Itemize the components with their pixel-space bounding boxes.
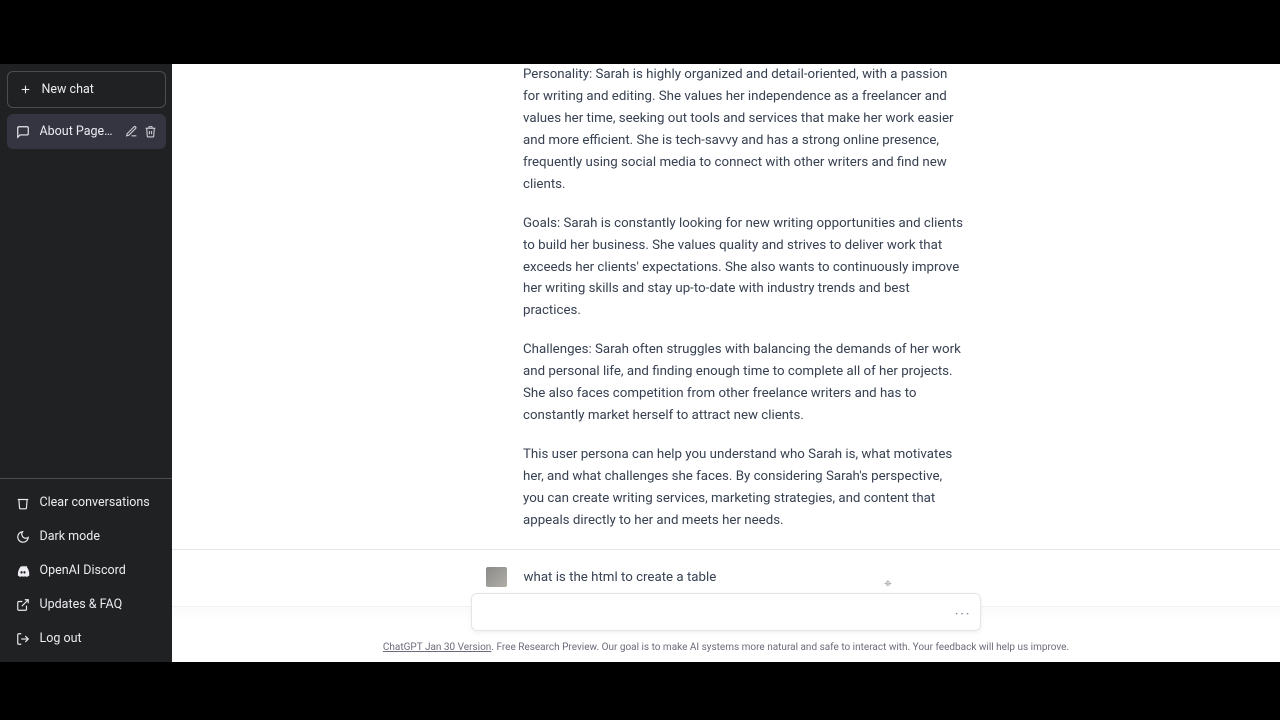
persona-p3: Challenges: Sarah often struggles with b… xyxy=(523,339,966,427)
persona-p4: This user persona can help you understan… xyxy=(523,444,966,532)
clear-conversations-label: Clear conversations xyxy=(40,495,150,510)
discord-label: OpenAI Discord xyxy=(40,563,126,578)
conversation-list: About Page for Dentis xyxy=(0,114,172,149)
conversation-item[interactable]: About Page for Dentis xyxy=(7,114,166,149)
persona-p1: Personality: Sarah is highly organized a… xyxy=(523,64,966,196)
chat-icon xyxy=(16,125,30,139)
sidebar-footer: Clear conversations Dark mode OpenAI Dis… xyxy=(0,478,172,662)
version-link[interactable]: ChatGPT Jan 30 Version xyxy=(383,642,491,653)
footer-note: ChatGPT Jan 30 Version. Free Research Pr… xyxy=(172,642,1280,653)
new-chat-label: New chat xyxy=(42,82,94,97)
updates-label: Updates & FAQ xyxy=(40,597,123,612)
send-icon[interactable]: ··· xyxy=(955,605,971,623)
main-content: Personality: Sarah is highly organized a… xyxy=(172,64,1280,662)
new-chat-button[interactable]: New chat xyxy=(7,71,166,108)
discord-icon xyxy=(16,564,30,578)
logout-label: Log out xyxy=(40,631,82,646)
message-input[interactable] xyxy=(471,593,981,631)
assistant-message: Personality: Sarah is highly organized a… xyxy=(172,64,1280,550)
clear-conversations-button[interactable]: Clear conversations xyxy=(7,486,166,520)
plus-icon xyxy=(19,83,32,96)
user-avatar xyxy=(486,567,507,588)
updates-button[interactable]: Updates & FAQ xyxy=(7,588,166,622)
external-link-icon xyxy=(16,598,30,612)
assistant-text: Personality: Sarah is highly organized a… xyxy=(523,64,966,532)
footer-text: . Free Research Preview. Our goal is to … xyxy=(491,642,1069,653)
discord-button[interactable]: OpenAI Discord xyxy=(7,554,166,588)
trash-icon xyxy=(16,496,30,510)
user-text: what is the html to create a table xyxy=(524,567,967,589)
sidebar: New chat About Page for Dentis Clear con… xyxy=(0,64,172,662)
conversation-title: About Page for Dentis xyxy=(40,124,116,139)
logout-icon xyxy=(16,632,30,646)
letterbox-bottom xyxy=(0,662,1280,720)
dark-mode-button[interactable]: Dark mode xyxy=(7,520,166,554)
letterbox-top xyxy=(0,0,1280,64)
chat-scroll[interactable]: Personality: Sarah is highly organized a… xyxy=(172,64,1280,662)
edit-icon[interactable] xyxy=(125,125,138,138)
trash-icon[interactable] xyxy=(144,125,157,138)
logout-button[interactable]: Log out xyxy=(7,622,166,656)
moon-icon xyxy=(16,530,30,544)
dark-mode-label: Dark mode xyxy=(40,529,100,544)
app-frame: New chat About Page for Dentis Clear con… xyxy=(0,64,1280,662)
persona-p2: Goals: Sarah is constantly looking for n… xyxy=(523,213,966,323)
sidebar-top: New chat xyxy=(0,64,172,114)
input-area: ··· ChatGPT Jan 30 Version. Free Researc… xyxy=(172,593,1280,663)
